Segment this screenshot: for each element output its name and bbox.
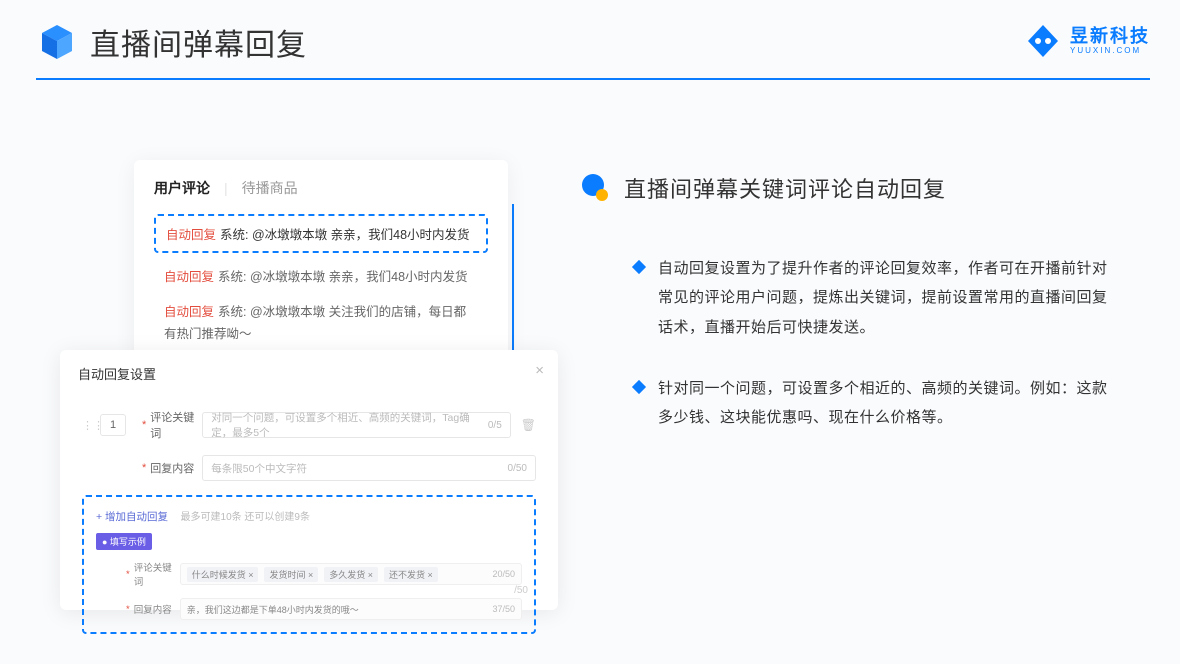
tag-pill[interactable]: 什么时候发货 × (187, 567, 259, 582)
tag-pill[interactable]: 发货时间 × (264, 567, 318, 582)
tab-divider: | (224, 180, 228, 196)
bullet-text: 针对同一个问题，可设置多个相近的、高频的关键词。例如：这款多少钱、这块能优惠吗、… (658, 374, 1110, 433)
tag-pill[interactable]: 还不发货 × (384, 567, 438, 582)
brand-logo-icon (1024, 22, 1062, 60)
required-star: * (126, 604, 130, 615)
diamond-icon (632, 380, 646, 394)
example-keyword-input[interactable]: 什么时候发货 × 发货时间 × 多久发货 × 还不发货 × 20/50 (180, 563, 522, 585)
char-count: 0/5 (488, 420, 502, 431)
tag-pill[interactable]: 多久发货 × (324, 567, 378, 582)
char-count: 37/50 (492, 604, 515, 614)
char-count: /50 (514, 585, 528, 596)
settings-card: 自动回复设置 × ⋮⋮ 1 * 评论关键词 对同一个问题，可设置多个相近、高频的… (60, 350, 558, 610)
trash-icon[interactable]: 🗑 (521, 418, 536, 432)
content-input[interactable]: 每条限50个中文字符 0/50 (202, 455, 536, 481)
drag-handle-icon[interactable]: ⋮⋮ (82, 419, 94, 432)
bullet-item: 自动回复设置为了提升作者的评论回复效率，作者可在开播前针对常见的评论用户问题，提… (580, 254, 1110, 342)
subtitle: 直播间弹幕关键词评论自动回复 (624, 172, 946, 204)
settings-title: 自动回复设置 (78, 364, 540, 383)
brand-name-en: YUUXIN.COM (1070, 47, 1150, 55)
example-content-text: 亲，我们这边都是下单48小时内发货的哦～ (187, 603, 359, 616)
example-content-label: 回复内容 (134, 602, 180, 616)
illustration-column: 用户评论 | 待播商品 自动回复系统: @冰墩墩本墩 亲亲，我们48小时内发货 … (60, 140, 580, 630)
content-label: 回复内容 (150, 460, 202, 476)
brand-block: 昱新科技 YUUXIN.COM (1024, 22, 1150, 60)
tab-user-comments[interactable]: 用户评论 (154, 178, 210, 198)
page-title: 直播间弹幕回复 (90, 20, 307, 64)
reply-text: 系统: @冰墩墩本墩 亲亲，我们48小时内发货 (218, 270, 468, 284)
required-star: * (142, 462, 146, 474)
add-reply-hint: 最多可建10条 还可以创建9条 (181, 512, 310, 523)
example-badge: ● 填写示例 (96, 533, 152, 550)
bullet-item: 针对同一个问题，可设置多个相近的、高频的关键词。例如：这款多少钱、这块能优惠吗、… (580, 374, 1110, 433)
content-row: * 回复内容 每条限50个中文字符 0/50 (82, 455, 536, 481)
tabs: 用户评论 | 待播商品 (154, 178, 488, 198)
example-content-input[interactable]: 亲，我们这边都是下单48小时内发货的哦～ 37/50 (180, 598, 522, 620)
close-icon[interactable]: × (535, 362, 544, 379)
index-box: 1 (100, 414, 126, 436)
diamond-icon (632, 260, 646, 274)
keyword-input[interactable]: 对同一个问题，可设置多个相近、高频的关键词，Tag确定，最多5个 0/5 (202, 412, 510, 438)
auto-reply-tag: 自动回复 (166, 228, 216, 242)
cube-icon (36, 21, 78, 63)
tab-pending-products[interactable]: 待播商品 (242, 178, 298, 198)
placeholder-text: 每条限50个中文字符 (211, 461, 307, 476)
bubble-icon (580, 173, 610, 203)
example-box: + 增加自动回复 最多可建10条 还可以创建9条 ● 填写示例 * 评论关键词 … (82, 495, 536, 634)
highlighted-reply: 自动回复系统: @冰墩墩本墩 亲亲，我们48小时内发货 (154, 214, 488, 253)
comments-card: 用户评论 | 待播商品 自动回复系统: @冰墩墩本墩 亲亲，我们48小时内发货 … (134, 160, 508, 368)
reply-text: 系统: @冰墩墩本墩 亲亲，我们48小时内发货 (220, 228, 470, 242)
page-header: 直播间弹幕回复 (36, 20, 1150, 64)
example-keyword-label: 评论关键词 (134, 560, 180, 588)
reply-row: 自动回复系统: @冰墩墩本墩 关注我们的店铺，每日都有热门推荐呦～ (154, 302, 488, 345)
example-content-row: * 回复内容 亲，我们这边都是下单48小时内发货的哦～ 37/50 (96, 598, 522, 620)
brand-name-cn: 昱新科技 (1070, 27, 1150, 45)
char-count: 20/50 (492, 569, 515, 579)
required-star: * (126, 569, 130, 580)
add-reply-link[interactable]: + 增加自动回复 (96, 511, 168, 523)
placeholder-text: 对同一个问题，可设置多个相近、高频的关键词，Tag确定，最多5个 (211, 410, 482, 440)
example-keyword-row: * 评论关键词 什么时候发货 × 发货时间 × 多久发货 × 还不发货 × 20… (96, 560, 522, 588)
auto-reply-tag: 自动回复 (164, 305, 214, 319)
keyword-label: 评论关键词 (150, 409, 202, 441)
header-divider (36, 78, 1150, 80)
auto-reply-tag: 自动回复 (164, 270, 214, 284)
bullet-text: 自动回复设置为了提升作者的评论回复效率，作者可在开播前针对常见的评论用户问题，提… (658, 254, 1110, 342)
keyword-row: ⋮⋮ 1 * 评论关键词 对同一个问题，可设置多个相近、高频的关键词，Tag确定… (82, 409, 536, 441)
reply-row: 自动回复系统: @冰墩墩本墩 亲亲，我们48小时内发货 (154, 267, 488, 288)
char-count: 0/50 (508, 463, 527, 474)
required-star: * (142, 419, 146, 431)
description-column: 直播间弹幕关键词评论自动回复 自动回复设置为了提升作者的评论回复效率，作者可在开… (580, 172, 1110, 464)
